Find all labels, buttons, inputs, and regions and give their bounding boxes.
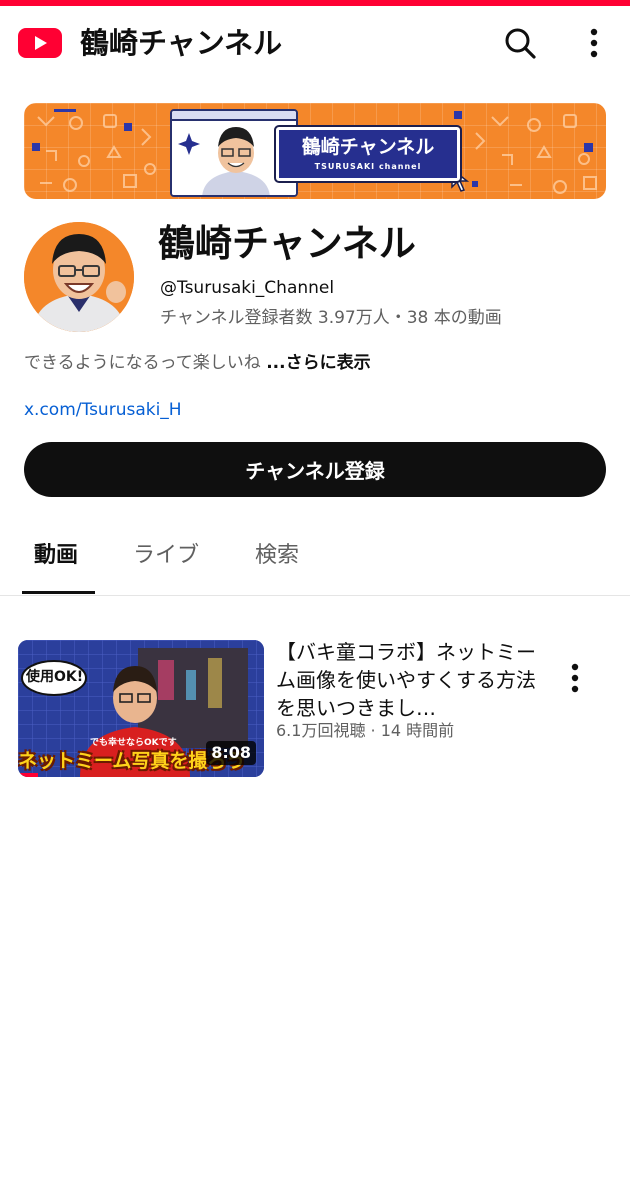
search-button[interactable] bbox=[496, 19, 544, 67]
banner-title: 鶴崎チャンネル bbox=[301, 136, 435, 158]
channel-tabs: 動画 ライブ 検索 bbox=[0, 524, 630, 596]
app-bar-title: 鶴崎チャンネル bbox=[80, 26, 283, 60]
more-options-button[interactable] bbox=[570, 19, 618, 67]
list-item[interactable]: 使用OK! でも幸せならOKです ネットミーム写真を撮ろう 8:08 【バキ童コ… bbox=[0, 638, 630, 778]
video-thumbnail[interactable]: 使用OK! でも幸せならOKです ネットミーム写真を撮ろう 8:08 bbox=[18, 640, 264, 777]
video-more-button[interactable] bbox=[551, 654, 599, 702]
search-icon bbox=[505, 28, 536, 59]
app-bar: 鶴崎チャンネル bbox=[0, 6, 630, 80]
more-vert-icon bbox=[590, 28, 598, 58]
avatar[interactable] bbox=[24, 222, 134, 332]
tab-search[interactable]: 検索 bbox=[255, 540, 299, 572]
banner-title-box: 鶴崎チャンネル TSURUSAKI channel bbox=[274, 125, 462, 183]
description-text: できるようになるって楽しいね bbox=[24, 353, 261, 373]
video-duration: 8:08 bbox=[206, 741, 256, 765]
tab-active-indicator bbox=[22, 591, 95, 594]
tab-videos[interactable]: 動画 bbox=[34, 540, 78, 572]
channel-name: 鶴崎チャンネル bbox=[158, 222, 416, 265]
youtube-logo-icon[interactable] bbox=[18, 28, 62, 58]
video-meta: 6.1万回視聴 · 14 時間前 bbox=[276, 721, 455, 740]
banner-subtitle: TSURUSAKI channel bbox=[314, 162, 422, 171]
watched-progress-bar bbox=[18, 773, 38, 777]
channel-meta: チャンネル登録者数 3.97万人・38 本の動画 bbox=[160, 308, 502, 328]
channel-link[interactable]: x.com/Tsurusaki_H bbox=[24, 399, 182, 421]
tab-live[interactable]: ライブ bbox=[133, 540, 199, 572]
description-more-link[interactable]: ...さらに表示 bbox=[266, 353, 370, 373]
channel-handle: @Tsurusaki_Channel bbox=[160, 278, 335, 298]
more-vert-icon bbox=[571, 663, 579, 693]
channel-description[interactable]: できるようになるって楽しいね ...さらに表示 bbox=[24, 350, 371, 376]
avatar-image bbox=[24, 222, 134, 332]
channel-banner: 鶴崎チャンネル TSURUSAKI channel bbox=[24, 103, 606, 199]
thumbnail-badge: 使用OK! bbox=[26, 669, 84, 685]
thumbnail-caption-small: でも幸せならOKです bbox=[90, 738, 177, 748]
subscribe-button[interactable]: チャンネル登録 bbox=[24, 442, 606, 497]
video-title[interactable]: 【バキ童コラボ】ネットミーム画像を使いやすくする方法を思いつきまし… bbox=[276, 638, 546, 722]
